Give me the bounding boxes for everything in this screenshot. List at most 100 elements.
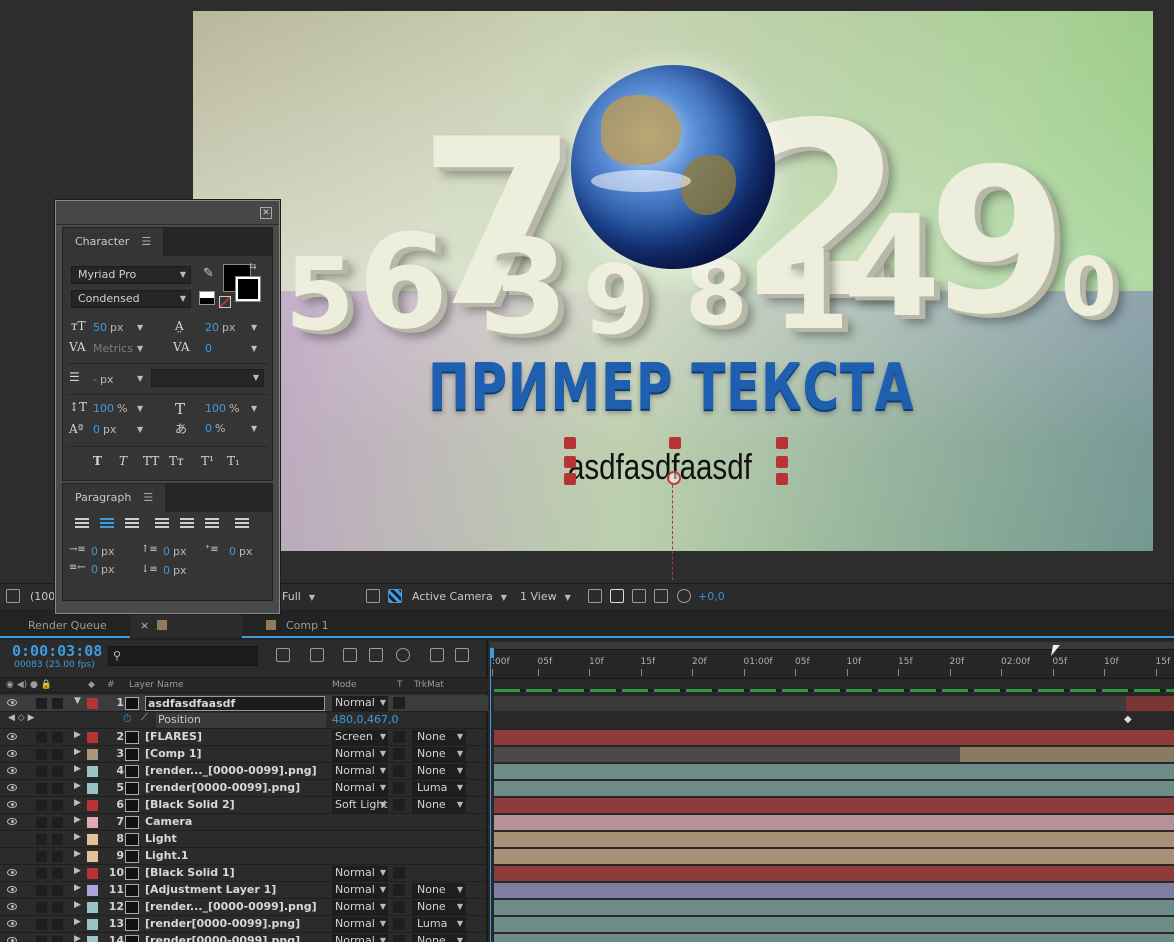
lock-toggle[interactable] [52,800,63,811]
preserve-transparency-toggle[interactable] [393,867,405,879]
anchor-point[interactable] [667,471,681,485]
space-before-value[interactable]: 0 px [163,545,187,558]
visibility-icon[interactable] [7,886,17,893]
property-row-position[interactable]: ◀ ◇ ▶ ⏱ ⟋ Position 480,0,467,0 [0,712,488,729]
lock-toggle[interactable] [52,766,63,777]
layer-name[interactable]: [Adjustment Layer 1] [145,883,276,896]
panel-titlebar[interactable]: ✕ [56,201,279,225]
layer-row[interactable]: ▶ 14 [render[0000-0099].png] Normal None [0,933,488,942]
panel-menu-icon[interactable]: ☰ [141,235,151,248]
stroke-color-swatch[interactable] [235,276,261,302]
selected-text-layer[interactable]: asdfasdfaasdf [568,446,752,488]
align-right-icon[interactable] [125,518,139,530]
bbox-handle[interactable] [776,456,788,468]
first-line-indent-value[interactable]: 0 px [229,545,253,558]
blend-mode-dropdown[interactable]: Screen [332,730,388,745]
layer-row[interactable]: ▶ 11 [Adjustment Layer 1] Normal None [0,882,488,899]
layer-duration-bar[interactable] [494,883,1174,898]
vertical-scale-dropdown-arrow[interactable]: ▼ [137,404,143,413]
track-matte-dropdown[interactable]: Luma [412,781,466,796]
preserve-transparency-toggle[interactable] [393,782,405,794]
preserve-transparency-toggle[interactable] [393,799,405,811]
layer-row[interactable]: ▶ 8 Light [0,831,488,848]
label-color-swatch[interactable] [87,885,98,896]
solo-toggle[interactable] [36,919,47,930]
layer-row[interactable]: ▶ 4 [render..._[0000-0099].png] Normal None [0,763,488,780]
layer-row[interactable]: ▶ 5 [render[0000-0099].png] Normal Luma [0,780,488,797]
preserve-transparency-toggle[interactable] [393,765,405,777]
swap-colors-icon[interactable]: ⇆ [249,262,257,272]
tab-comp-1[interactable]: Comp 1 [256,613,339,638]
layer-duration-bar[interactable] [494,798,1174,813]
layer-duration-bar[interactable] [494,832,1174,847]
horizontal-scale-dropdown-arrow[interactable]: ▼ [251,404,257,413]
layer-duration-bar[interactable] [494,849,1174,864]
solo-toggle[interactable] [36,732,47,743]
track-matte-dropdown[interactable]: None [412,883,466,898]
track-matte-dropdown[interactable]: None [412,730,466,745]
kerning-value[interactable]: Metrics [93,342,133,355]
justify-last-left-icon[interactable] [155,518,169,530]
solo-toggle[interactable] [36,885,47,896]
preserve-transparency-toggle[interactable] [393,935,405,942]
tracking-dropdown-arrow[interactable]: ▼ [251,344,257,353]
panel-menu-icon[interactable]: ☰ [143,491,153,504]
expand-arrow-icon[interactable]: ▶ [74,730,81,740]
font-family-dropdown[interactable]: Myriad Pro [71,266,191,284]
expand-arrow-icon[interactable]: ▶ [74,815,81,825]
layer-row[interactable]: ▶ 12 [render..._[0000-0099].png] Normal None [0,899,488,916]
layer-name[interactable]: [render[0000-0099].png] [145,781,300,794]
expand-arrow-icon[interactable]: ▶ [74,934,81,942]
lock-toggle[interactable] [52,817,63,828]
label-color-swatch[interactable] [87,817,98,828]
resolution-dropdown[interactable]: Full [282,589,357,605]
label-color-swatch[interactable] [87,800,98,811]
bbox-handle[interactable] [564,473,576,485]
preserve-transparency-toggle[interactable] [393,918,405,930]
leading-dropdown-arrow[interactable]: ▼ [251,323,257,332]
space-after-value[interactable]: 0 px [163,564,187,577]
faux-italic-button[interactable]: T [119,454,127,468]
zoom-dropdown[interactable]: (100 [30,589,55,605]
lock-toggle[interactable] [52,885,63,896]
layer-name[interactable]: [Black Solid 1] [145,866,235,879]
stroke-width-dropdown-arrow[interactable]: ▼ [137,374,143,383]
expand-arrow-icon[interactable]: ▶ [74,832,81,842]
kerning-dropdown-arrow[interactable]: ▼ [137,344,143,353]
timeline-icon[interactable] [632,589,646,603]
region-of-interest-icon[interactable] [366,589,380,603]
justify-last-right-icon[interactable] [205,518,219,530]
layer-duration-bar[interactable] [494,747,1174,762]
lock-toggle[interactable] [52,732,63,743]
layer-row[interactable]: ▶ 7 Camera [0,814,488,831]
snapshot-icon[interactable] [6,589,20,603]
track-matte-dropdown[interactable]: None [412,798,466,813]
eyedropper-icon[interactable]: ✎ [203,266,214,281]
faux-bold-button[interactable]: T [93,454,102,468]
lock-toggle[interactable] [52,851,63,862]
layer-row[interactable]: ▼ 1 asdfasdfaasdf Normal [0,695,488,712]
exposure-value[interactable]: +0,0 [698,589,725,605]
blend-mode-dropdown[interactable]: Soft Light [332,798,388,813]
expand-arrow-icon[interactable]: ▶ [74,900,81,910]
solo-toggle[interactable] [36,834,47,845]
time-graph[interactable]: :00f 05f 10f 15f 20f 01:00f 05f 10f 15f 20f 02:00f… [490,640,1174,942]
expand-arrow-icon[interactable]: ▶ [74,781,81,791]
tsume-value[interactable]: 0% [205,422,225,435]
layer-duration-bar[interactable] [494,934,1174,942]
vertical-scale-value[interactable]: 100% [93,402,127,415]
align-left-icon[interactable] [75,518,89,530]
close-icon[interactable]: × [140,619,149,632]
track-matte-dropdown[interactable]: None [412,747,466,762]
blend-mode-dropdown[interactable]: Normal [332,900,388,915]
flowchart-icon[interactable] [654,589,668,603]
label-color-swatch[interactable] [87,834,98,845]
layer-duration-bar[interactable] [494,866,1174,881]
close-icon[interactable]: ✕ [260,207,272,219]
solo-toggle[interactable] [36,783,47,794]
expand-arrow-icon[interactable]: ▶ [74,883,81,893]
expand-arrow-icon[interactable]: ▶ [74,764,81,774]
blend-mode-dropdown[interactable]: Normal [332,866,388,881]
all-caps-button[interactable]: TT [143,454,159,468]
font-size-dropdown-arrow[interactable]: ▼ [137,323,143,332]
